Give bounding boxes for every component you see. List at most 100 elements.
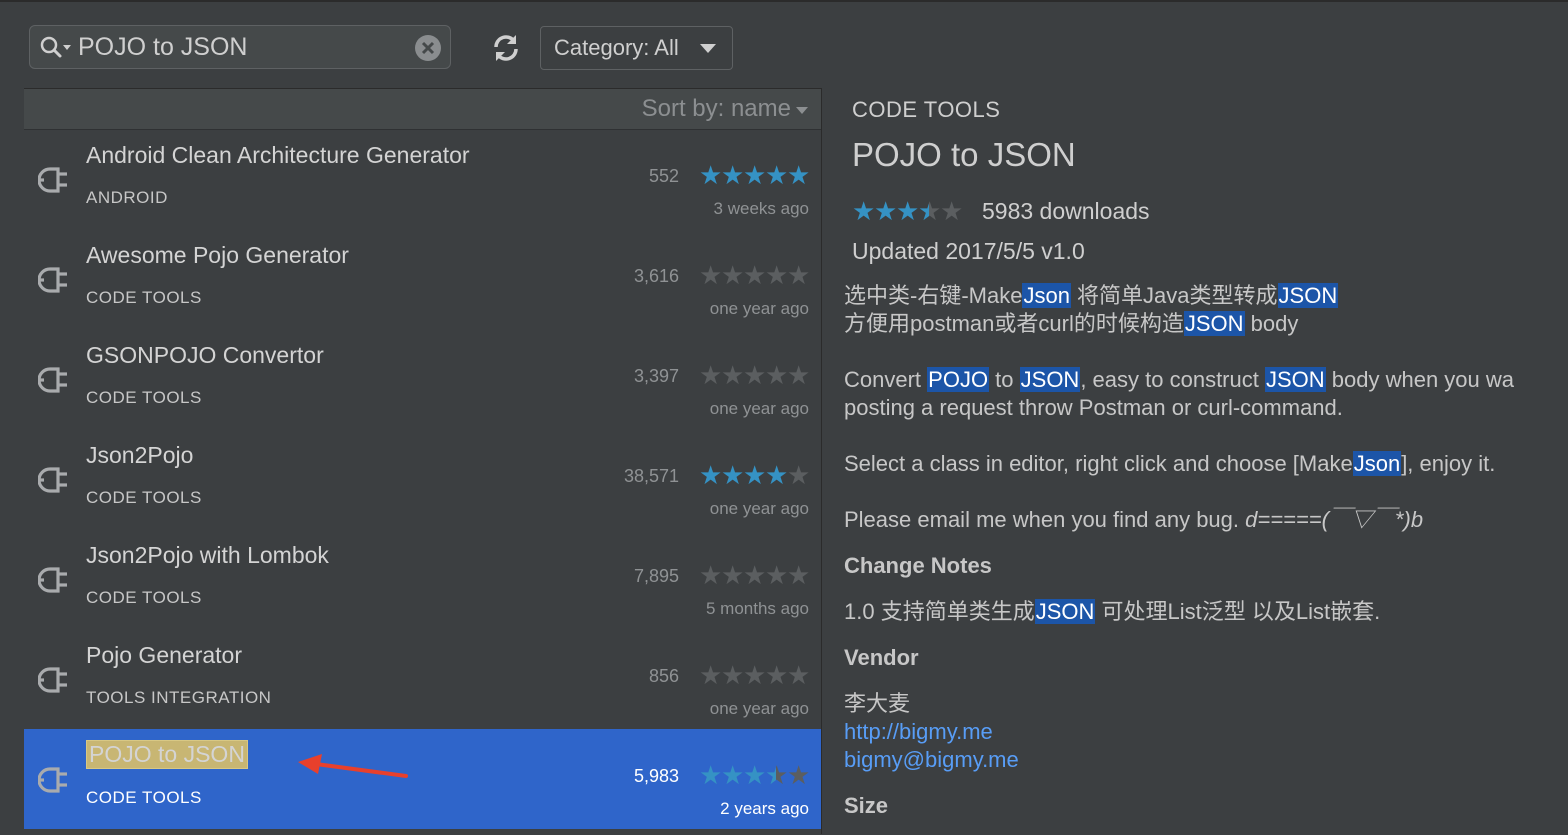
detail-category: CODE TOOLS: [852, 97, 1001, 122]
star-icon: ★: [765, 260, 789, 290]
star-icon: ★: [721, 560, 745, 590]
star-icon: ★: [699, 360, 723, 390]
star-icon: ★: [699, 160, 723, 190]
star-icon: ★: [699, 560, 723, 590]
star-icon: ★: [787, 260, 811, 290]
plugin-rating-stars: ★ ★ ★ ★ ★: [699, 660, 810, 690]
star-icon: ★: [874, 196, 898, 226]
plugin-rating-stars: ★ ★ ★ ★ ★: [699, 760, 811, 790]
star-icon: ★: [743, 560, 767, 590]
star-icon: ★: [699, 760, 723, 790]
plugin-detail-panel: CODE TOOLS POJO to JSON ★ ★ ★ ★ ★ 5983 downl…: [821, 88, 1568, 834]
plugin-downloads: 856: [648, 666, 679, 686]
plugin-downloads: 5,983: [633, 766, 679, 786]
star-icon: ★: [765, 160, 789, 190]
desc-line: 选中类-右键-MakeJson 将简单Java类型转成JSON: [844, 283, 1339, 308]
change-notes-heading: Change Notes: [844, 553, 992, 578]
desc-line: Please email me when you find any bug. d…: [844, 507, 1424, 532]
star-icon: ★: [787, 360, 811, 390]
plugin-row[interactable]: GSONPOJO Convertor CODE TOOLS 3,397 ★ ★ ★ ★ ★ on…: [24, 329, 821, 429]
detail-title: POJO to JSON: [852, 136, 1076, 173]
plugin-row[interactable]: Android Clean Architecture Generator ANDR…: [24, 129, 821, 229]
plugin-icon: [38, 167, 67, 193]
plugin-name: Android Clean Architecture Generator: [86, 142, 470, 168]
sort-bar: Sort by: name: [24, 89, 821, 130]
detail-updated: Updated 2017/5/5 v1.0: [852, 238, 1085, 264]
star-icon: ★: [743, 360, 767, 390]
star-icon: ★: [787, 560, 811, 590]
desc-line: Convert POJO to JSON, easy to construct …: [844, 367, 1514, 392]
plugin-updated: 3 weeks ago: [713, 199, 809, 218]
plugin-rating-stars: ★ ★ ★ ★ ★: [699, 460, 811, 490]
plugin-name: Pojo Generator: [86, 642, 242, 668]
desc-line: 方便用postman或者curl的时候构造JSON body: [844, 311, 1299, 336]
star-icon: ★: [699, 460, 723, 490]
plugin-rating-stars: ★ ★ ★ ★ ★: [699, 160, 811, 190]
plugin-downloads: 7,895: [633, 566, 679, 586]
plugin-updated: 5 months ago: [705, 599, 809, 618]
vendor-email-link[interactable]: bigmy@bigmy.me: [844, 746, 1568, 774]
plugin-category: CODE TOOLS: [86, 788, 202, 807]
plugin-downloads: 3,397: [633, 366, 679, 386]
plugin-row[interactable]: POJO to JSON CODE TOOLS 5,983 ★ ★ ★ ★ ★ 2 years …: [24, 729, 821, 829]
star-icon: ★: [743, 260, 767, 290]
plugin-icon: [38, 667, 67, 693]
star-icon: ★: [896, 196, 920, 226]
desc-line: posting a request throw Postman or curl-…: [844, 395, 1343, 420]
star-icon: ★: [743, 660, 767, 690]
detail-rating-stars: ★ ★ ★ ★ ★: [852, 196, 964, 226]
star-icon: ★: [787, 760, 811, 790]
star-icon: ★: [940, 196, 964, 226]
search-input[interactable]: [78, 32, 398, 62]
plugin-name: Awesome Pojo Generator: [86, 242, 349, 268]
star-icon: ★: [765, 360, 789, 390]
vendor-url-link[interactable]: http://bigmy.me: [844, 718, 1568, 746]
star-icon: ★: [743, 760, 767, 790]
plugin-category: CODE TOOLS: [86, 288, 202, 307]
plugin-icon: [38, 767, 67, 793]
plugin-search-box[interactable]: [29, 25, 451, 69]
star-icon: ★: [765, 560, 789, 590]
plugin-icon: [38, 467, 67, 493]
plugin-list[interactable]: Sort by: name Android Clean Architecture…: [24, 88, 821, 835]
star-icon: ★: [699, 260, 723, 290]
plugin-category: CODE TOOLS: [86, 388, 202, 407]
plugin-downloads: 552: [648, 166, 679, 186]
star-icon: ★: [721, 160, 745, 190]
red-arrow-annotation: [298, 754, 408, 778]
star-icon: ★: [721, 660, 745, 690]
sort-by-dropdown[interactable]: Sort by: name: [642, 95, 791, 123]
star-icon: ★: [743, 160, 767, 190]
plugin-row[interactable]: Json2Pojo CODE TOOLS 38,571 ★ ★ ★ ★ ★ one year a…: [24, 429, 821, 529]
plugin-row[interactable]: Pojo Generator TOOLS INTEGRATION 856 ★ ★ ★ ★ ★ o…: [24, 629, 821, 729]
search-icon[interactable]: [39, 35, 73, 61]
plugin-updated: one year ago: [709, 699, 809, 718]
plugin-name: Json2Pojo: [86, 442, 194, 468]
star-icon: ★: [852, 196, 876, 226]
plugin-name: GSONPOJO Convertor: [86, 342, 324, 368]
sort-caret-icon[interactable]: [796, 107, 808, 114]
star-icon: ★: [918, 196, 942, 226]
category-dropdown[interactable]: Category: All: [540, 26, 733, 70]
clear-search-icon[interactable]: [415, 35, 441, 61]
star-icon: ★: [787, 460, 811, 490]
plugin-row[interactable]: Json2Pojo with Lombok CODE TOOLS 7,895 ★ ★ ★ ★…: [24, 529, 821, 629]
chevron-down-icon: [700, 44, 716, 53]
plugin-icon: [38, 567, 67, 593]
plugin-icon: [38, 367, 67, 393]
plugin-icon: [38, 267, 67, 293]
change-notes-text: 1.0 支持简单类生成JSON 可处理List泛型 以及List嵌套.: [844, 599, 1381, 624]
plugin-category: CODE TOOLS: [86, 588, 202, 607]
plugin-category: ANDROID: [86, 188, 168, 207]
plugin-rating-stars: ★ ★ ★ ★ ★: [699, 560, 811, 590]
star-icon: ★: [721, 460, 745, 490]
refresh-icon[interactable]: [490, 33, 522, 63]
star-icon: ★: [787, 160, 811, 190]
plugin-name: Json2Pojo with Lombok: [86, 542, 329, 568]
top-border: [0, 0, 1568, 2]
vendor-name: 李大麦: [844, 691, 911, 716]
plugin-downloads: 38,571: [623, 466, 679, 486]
plugin-category: TOOLS INTEGRATION: [86, 688, 272, 707]
plugin-row[interactable]: Awesome Pojo Generator CODE TOOLS 3,616 ★ ★ ★…: [24, 229, 821, 329]
category-dropdown-label: Category: All: [554, 35, 679, 60]
